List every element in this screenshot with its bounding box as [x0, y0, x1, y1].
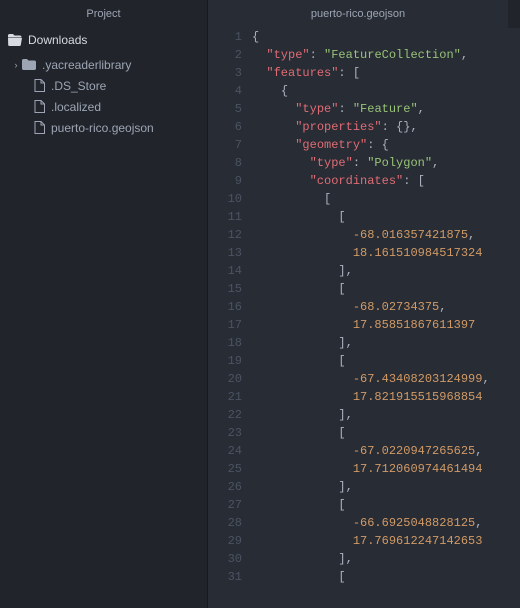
editor-tab[interactable]: puerto-rico.geojson: [208, 0, 508, 28]
code-line[interactable]: "properties": {},: [252, 118, 520, 136]
code-line[interactable]: ],: [252, 262, 520, 280]
line-number: 1: [208, 28, 242, 46]
code-line[interactable]: ],: [252, 550, 520, 568]
line-number: 21: [208, 388, 242, 406]
line-number: 14: [208, 262, 242, 280]
editor-pane: puerto-rico.geojson 12345678910111213141…: [208, 0, 520, 608]
code-area[interactable]: 1234567891011121314151617181920212223242…: [208, 28, 520, 608]
code-line[interactable]: ],: [252, 406, 520, 424]
line-number: 31: [208, 568, 242, 586]
tree-item-label: puerto-rico.geojson: [51, 121, 154, 135]
code-line[interactable]: -66.6925048828125,: [252, 514, 520, 532]
code-content[interactable]: { "type": "FeatureCollection", "features…: [252, 28, 520, 608]
line-number: 10: [208, 190, 242, 208]
line-number: 11: [208, 208, 242, 226]
line-number: 20: [208, 370, 242, 388]
line-number: 7: [208, 136, 242, 154]
line-number: 5: [208, 100, 242, 118]
line-number: 19: [208, 352, 242, 370]
code-line[interactable]: "type": "Feature",: [252, 100, 520, 118]
line-number: 16: [208, 298, 242, 316]
code-line[interactable]: -67.0220947265625,: [252, 442, 520, 460]
line-number: 23: [208, 424, 242, 442]
line-number: 28: [208, 514, 242, 532]
code-line[interactable]: 17.712060974461494: [252, 460, 520, 478]
tree-item-file[interactable]: puerto-rico.geojson: [0, 117, 207, 138]
project-root[interactable]: Downloads: [0, 28, 207, 52]
code-line[interactable]: 17.769612247142653: [252, 532, 520, 550]
code-line[interactable]: [: [252, 208, 520, 226]
project-root-label: Downloads: [28, 33, 87, 47]
code-line[interactable]: "type": "Polygon",: [252, 154, 520, 172]
folder-open-icon: [8, 34, 22, 46]
line-number: 3: [208, 64, 242, 82]
code-line[interactable]: "features": [: [252, 64, 520, 82]
file-icon: [34, 79, 45, 92]
file-tree: › .yacreaderlibrary .DS_Store .localized…: [0, 52, 207, 138]
line-number: 6: [208, 118, 242, 136]
tree-item-label: .DS_Store: [51, 79, 106, 93]
line-gutter: 1234567891011121314151617181920212223242…: [208, 28, 252, 608]
tree-item-file[interactable]: .localized: [0, 96, 207, 117]
line-number: 24: [208, 442, 242, 460]
line-number: 25: [208, 460, 242, 478]
line-number: 17: [208, 316, 242, 334]
code-line[interactable]: [: [252, 424, 520, 442]
code-line[interactable]: "coordinates": [: [252, 172, 520, 190]
line-number: 30: [208, 550, 242, 568]
code-line[interactable]: {: [252, 28, 520, 46]
sidebar-header: Project: [0, 0, 207, 28]
code-line[interactable]: [: [252, 352, 520, 370]
code-line[interactable]: [: [252, 280, 520, 298]
line-number: 29: [208, 532, 242, 550]
code-line[interactable]: {: [252, 82, 520, 100]
code-line[interactable]: -67.43408203124999,: [252, 370, 520, 388]
code-line[interactable]: -68.016357421875,: [252, 226, 520, 244]
line-number: 27: [208, 496, 242, 514]
code-line[interactable]: [: [252, 496, 520, 514]
line-number: 12: [208, 226, 242, 244]
code-line[interactable]: 17.85851867611397: [252, 316, 520, 334]
sidebar: Project Downloads › .yacreaderlibrary .D…: [0, 0, 208, 608]
code-line[interactable]: -68.02734375,: [252, 298, 520, 316]
code-line[interactable]: 17.821915515968854: [252, 388, 520, 406]
line-number: 9: [208, 172, 242, 190]
code-line[interactable]: ],: [252, 334, 520, 352]
chevron-right-icon: ›: [10, 60, 22, 70]
line-number: 18: [208, 334, 242, 352]
code-line[interactable]: [: [252, 190, 520, 208]
code-line[interactable]: "geometry": {: [252, 136, 520, 154]
code-line[interactable]: ],: [252, 478, 520, 496]
line-number: 2: [208, 46, 242, 64]
line-number: 4: [208, 82, 242, 100]
tree-item-label: .localized: [51, 100, 101, 114]
line-number: 22: [208, 406, 242, 424]
tab-scroll-stub: [508, 0, 520, 28]
line-number: 8: [208, 154, 242, 172]
line-number: 26: [208, 478, 242, 496]
line-number: 15: [208, 280, 242, 298]
code-line[interactable]: [: [252, 568, 520, 586]
line-number: 13: [208, 244, 242, 262]
tree-item-file[interactable]: .DS_Store: [0, 75, 207, 96]
file-icon: [34, 121, 45, 134]
folder-icon: [22, 59, 36, 70]
tab-bar: puerto-rico.geojson: [208, 0, 520, 28]
code-line[interactable]: "type": "FeatureCollection",: [252, 46, 520, 64]
code-line[interactable]: 18.161510984517324: [252, 244, 520, 262]
file-icon: [34, 100, 45, 113]
tree-item-folder[interactable]: › .yacreaderlibrary: [0, 54, 207, 75]
tree-item-label: .yacreaderlibrary: [42, 58, 131, 72]
